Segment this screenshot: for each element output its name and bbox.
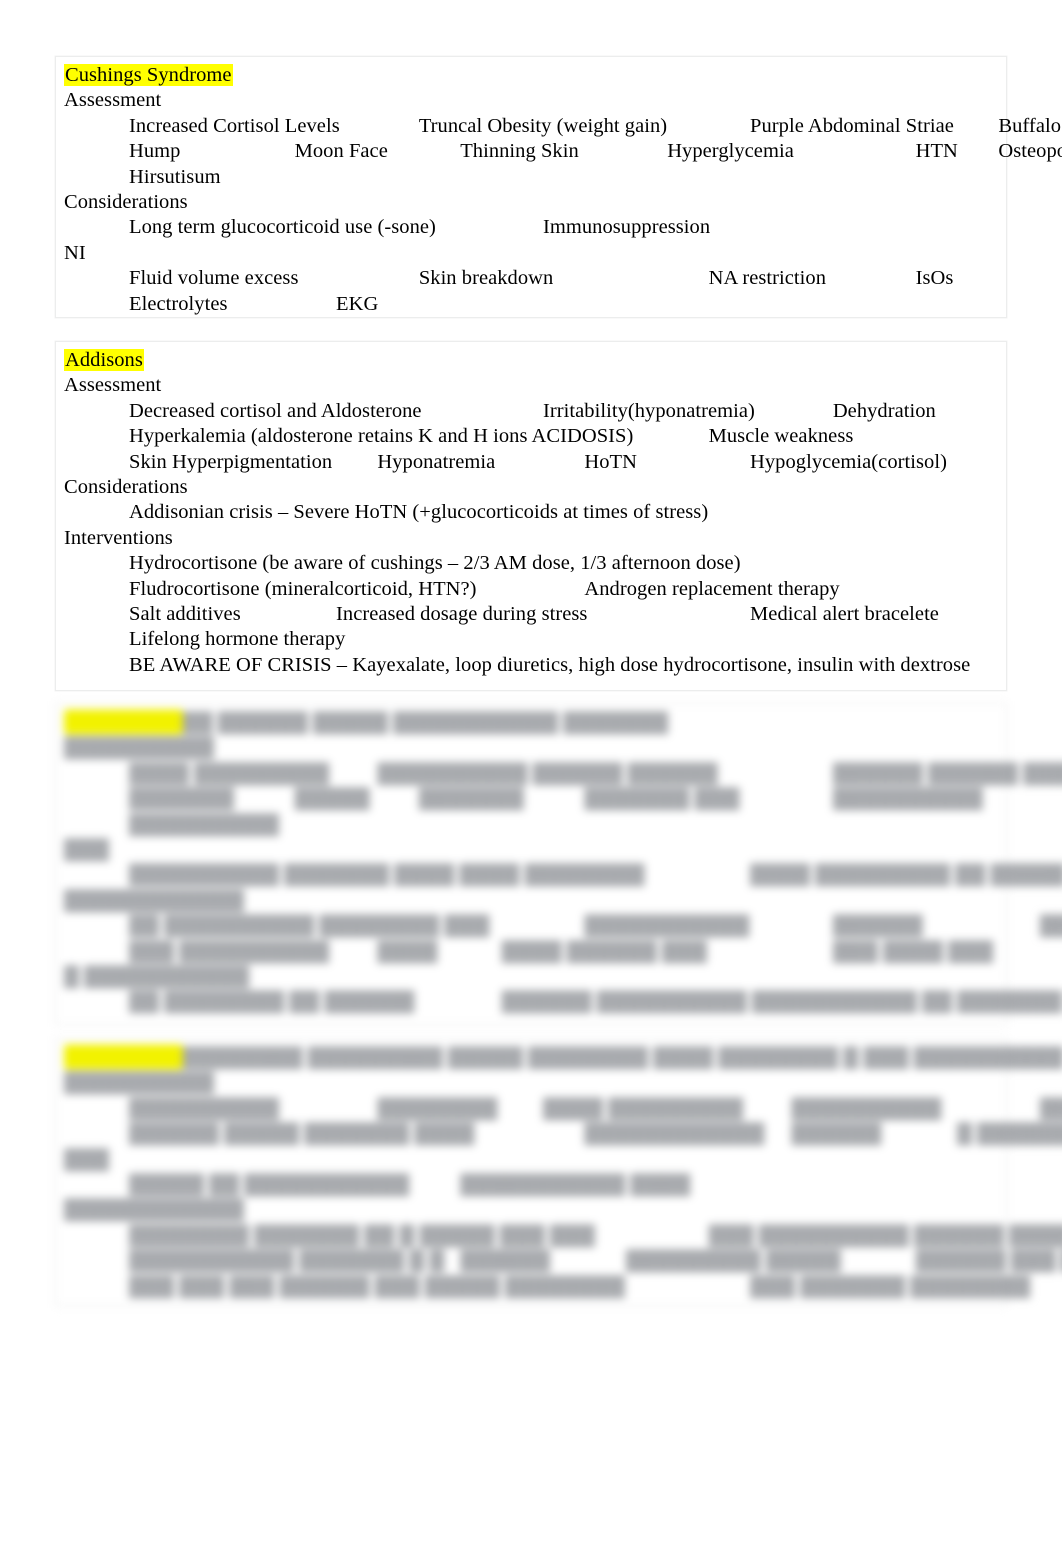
note-line: Fluid volume excess Skin breakdown NA re…: [129, 267, 954, 290]
block-title-tail: ▓▓ ▓▓▓▓▓▓ ▓▓▓▓▓ ▓▓▓▓▓▓▓▓▓▓▓ ▓▓▓▓▓▓▓: [182, 711, 669, 733]
note-line: ▓▓▓▓▓▓▓▓▓▓ ▓▓▓▓▓▓▓ ▓▓▓▓ ▓▓▓▓ ▓▓▓▓▓▓▓▓ ▓▓…: [129, 863, 1062, 886]
note-block-cushings-syndrome: Cushings Syndrome Assessment Increased C…: [55, 56, 1062, 318]
note-line: Long term glucocorticoid use (-sone) Imm…: [129, 216, 711, 239]
note-line: ▓▓▓ ▓▓▓ ▓▓▓ ▓▓▓▓▓▓ ▓▓▓ ▓▓▓▓▓ ▓▓▓▓▓▓▓▓ ▓▓…: [129, 1274, 1031, 1297]
document-page: Cushings Syndrome Assessment Increased C…: [0, 0, 1062, 1561]
section-heading-ni: NI: [64, 241, 86, 264]
block-title-blurred: ████████▓▓ ▓▓▓▓▓▓ ▓▓▓▓▓ ▓▓▓▓▓▓▓▓▓▓▓ ▓▓▓▓…: [62, 710, 998, 735]
note-line: ▓▓▓▓▓▓▓▓▓▓▓ ▓▓▓▓▓▓▓ ▓ ▓ ▓▓▓▓▓▓ ▓▓▓▓▓▓▓▓▓…: [129, 1249, 1062, 1272]
note-line: Hirsutisum: [129, 165, 221, 188]
note-line: ▓▓ ▓▓▓▓▓▓▓▓ ▓▓ ▓▓▓▓▓▓ ▓▓▓▓▓▓ ▓▓▓▓▓▓▓▓▓▓ …: [129, 990, 1062, 1013]
block-title-tail: ▓▓▓▓▓▓▓▓ ▓▓▓▓▓▓▓▓▓ ▓▓▓▓▓ ▓▓▓▓▓▓▓▓ ▓▓▓▓ ▓…: [182, 1046, 1062, 1068]
note-line: Electrolytes EKG: [129, 292, 379, 315]
block-title-addisons: Addisons: [62, 348, 998, 373]
block-title-cushings: Cushings Syndrome: [62, 63, 998, 88]
note-line: Skin Hyperpigmentation Hyponatremia HoTN…: [129, 450, 947, 473]
highlighted-title-text: ████████: [64, 711, 183, 733]
note-line: ▓▓▓▓▓▓▓▓ ▓▓▓▓▓▓▓ ▓▓ ▓ ▓▓▓▓▓ ▓▓▓ ▓▓▓ ▓▓▓ …: [129, 1223, 1062, 1246]
section-heading-blurred: ▓▓▓▓▓▓▓▓▓▓: [64, 736, 214, 759]
note-line: BE AWARE OF CRISIS – Kayexalate, loop di…: [129, 653, 971, 676]
section-heading-interventions: Interventions: [64, 526, 173, 549]
note-line: Hump Moon Face Thinning Skin Hyperglycem…: [129, 140, 1062, 163]
note-line: Hydrocortisone (be aware of cushings – 2…: [129, 552, 741, 575]
section-heading-considerations: Considerations: [64, 191, 188, 214]
note-line: ▓▓▓▓ ▓▓▓▓▓▓▓▓▓ ▓▓▓▓▓▓▓▓▓▓ ▓▓▓▓▓▓ ▓▓▓▓▓▓ …: [129, 761, 1062, 784]
note-line: Decreased cortisol and Aldosterone Irrit…: [129, 399, 936, 422]
section-heading-blurred: ▓▓▓▓▓▓▓▓▓▓▓▓: [64, 1198, 244, 1221]
note-line: ▓▓ ▓▓▓▓▓▓▓▓▓▓ ▓▓▓▓▓▓▓▓ ▓▓▓ ▓▓▓▓▓▓▓▓▓▓▓ ▓…: [129, 914, 1062, 937]
section-heading-blurred: ▓▓▓: [64, 838, 109, 861]
note-line: Hyperkalemia (aldosterone retains K and …: [129, 425, 854, 448]
section-heading-blurred: ▓▓▓: [64, 1147, 109, 1170]
section-heading-assessment: Assessment: [64, 89, 162, 112]
note-line: ▓▓▓▓▓▓▓▓▓▓: [129, 812, 279, 835]
note-line: Increased Cortisol Levels Truncal Obesit…: [129, 114, 1062, 137]
note-block-addisons: Addisons Assessment Decreased cortisol a…: [55, 341, 1007, 691]
block-title-blurred: ████████▓▓▓▓▓▓▓▓ ▓▓▓▓▓▓▓▓▓ ▓▓▓▓▓ ▓▓▓▓▓▓▓…: [62, 1045, 1062, 1070]
highlighted-title-text: Cushings Syndrome: [64, 64, 233, 86]
note-line: ▓▓▓▓▓ ▓▓ ▓▓▓▓▓▓▓▓▓▓▓ ▓▓▓▓▓▓▓▓▓▓▓ ▓▓▓▓: [129, 1173, 691, 1196]
note-line: ▓▓▓▓▓▓▓ ▓▓▓▓▓ ▓▓▓▓▓▓▓ ▓▓▓▓▓▓▓ ▓▓▓ ▓▓▓▓▓▓…: [129, 787, 983, 810]
note-block-blurred-third: ████████▓▓ ▓▓▓▓▓▓ ▓▓▓▓▓ ▓▓▓▓▓▓▓▓▓▓▓ ▓▓▓▓…: [55, 703, 1062, 1025]
note-line: ▓▓▓ ▓▓▓▓▓▓▓▓▓▓ ▓▓▓▓ ▓▓▓▓ ▓▓▓▓▓▓ ▓▓▓ ▓▓▓ …: [129, 939, 994, 962]
note-block-blurred-fourth: ████████▓▓▓▓▓▓▓▓ ▓▓▓▓▓▓▓▓▓ ▓▓▓▓▓ ▓▓▓▓▓▓▓…: [55, 1038, 1062, 1306]
section-heading-considerations: Considerations: [64, 476, 188, 499]
section-heading-blurred: ▓▓▓▓▓▓▓▓▓▓: [64, 1071, 214, 1094]
note-line: Addisonian crisis – Severe HoTN (+glucoc…: [129, 501, 709, 524]
section-heading-blurred: ▓▓▓▓▓▓▓▓▓▓▓▓: [64, 888, 244, 911]
note-line: ▓▓▓▓▓▓▓▓▓▓ ▓▓▓▓▓▓▓▓ ▓▓▓▓ ▓▓▓▓▓▓▓▓▓ ▓▓▓▓▓…: [129, 1096, 1062, 1119]
section-heading-assessment: Assessment: [64, 374, 162, 397]
highlighted-title-text: ████████: [64, 1046, 183, 1068]
note-line: Salt additives Increased dosage during s…: [129, 603, 939, 626]
note-line: Fludrocortisone (mineralcorticoid, HTN?)…: [129, 577, 840, 600]
note-line: Lifelong hormone therapy: [129, 628, 346, 651]
note-line: ▓▓▓▓▓▓ ▓▓▓▓▓ ▓▓▓▓▓▓▓ ▓▓▓▓ ▓▓▓▓▓▓▓▓▓▓▓▓ ▓…: [129, 1122, 1062, 1145]
highlighted-title-text: Addisons: [64, 349, 144, 371]
section-heading-blurred: ▓ ▓▓▓▓▓▓▓▓▓▓▓: [64, 965, 250, 988]
